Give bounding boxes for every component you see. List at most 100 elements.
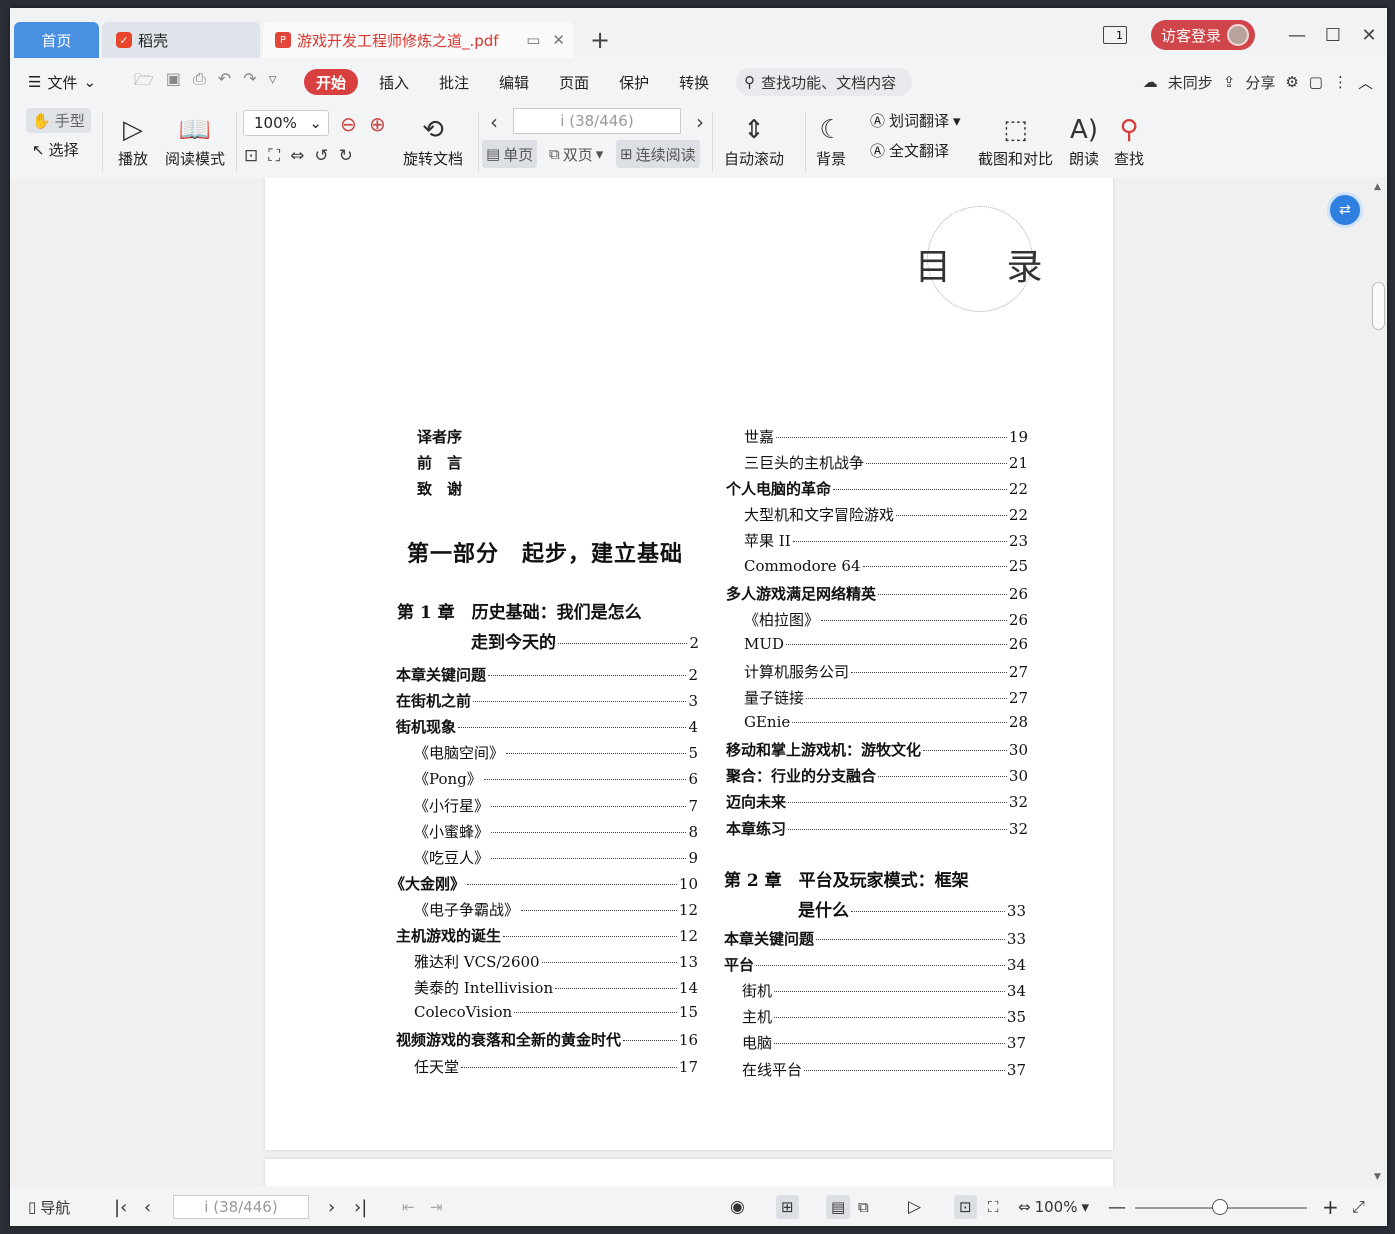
eye-protection-icon[interactable]: ◉ [730,1197,745,1217]
hand-tool-button[interactable]: ✋ 手型 [26,108,91,133]
function-search-input[interactable]: ⚲ 查找功能、文档内容 [736,68,913,96]
toc-front-translator[interactable]: 译者序 [417,426,462,447]
collapse-icon[interactable]: ︿ [1358,72,1373,93]
read-aloud-button[interactable]: A) 朗读 [1069,112,1099,169]
next-page-icon[interactable]: › [328,1197,335,1218]
toc-entry[interactable]: 世嘉 19 [744,426,1028,447]
chapter2-title[interactable]: 第 2 章 平台及玩家模式：框架 [724,866,969,891]
toc-entry[interactable]: Commodore 64 25 [744,557,1028,575]
toc-entry[interactable]: 计算机服务公司 27 [744,661,1028,682]
find-button[interactable]: ⚲ 查找 [1114,112,1144,169]
toc-entry[interactable]: 雅达利 VCS/2600 13 [414,951,698,972]
floating-tool-icon[interactable]: ⇄ [1327,192,1363,228]
rotate-document-button[interactable]: ⟲ 旋转文档 [403,112,463,169]
zoom-in-icon[interactable]: ⊕ [369,112,386,136]
toc-entry[interactable]: 《电脑空间》 5 [414,742,698,763]
close-window-icon[interactable]: ✕ [1351,25,1387,46]
redo-icon[interactable]: ↷ [243,69,256,96]
toc-entry[interactable]: 聚合：行业的分支融合 30 [726,765,1028,786]
toc-entry[interactable]: 本章关键问题 2 [396,664,698,685]
document-viewport[interactable]: 目 录 译者序 前 言 致 谢 第一部分 起步，建立基础 第 1 章 历史基础：… [10,178,1387,1186]
rotate-right-icon[interactable]: ↻ [339,146,353,166]
chapter1-title-cont[interactable]: 走到今天的 2 [471,628,699,653]
save-icon[interactable]: ▣ [166,69,181,96]
login-button[interactable]: 访客登录 [1150,20,1255,50]
chapter2-title-cont[interactable]: 是什么 33 [798,896,1026,921]
open-folder-icon[interactable]: 🗁 [134,69,154,96]
toc-entry[interactable]: 本章关键问题 33 [724,928,1026,949]
toc-entry[interactable]: 苹果 II 23 [744,530,1028,551]
first-page-icon[interactable]: |‹ [114,1197,127,1218]
status-page-input[interactable]: i (38/446) [173,1195,309,1219]
zoom-in-button[interactable]: + [1322,1195,1339,1219]
toc-entry[interactable]: 街机现象 4 [396,716,698,737]
toc-entry[interactable]: 平台 34 [724,954,1026,975]
vertical-scrollbar[interactable]: ▲ ▼ [1370,178,1387,1186]
minimize-icon[interactable]: — [1279,25,1315,46]
fit-width-icon[interactable]: ⇔ [290,146,304,166]
single-view-icon[interactable]: ▤ [826,1195,851,1219]
toc-front-thanks[interactable]: 致 谢 [417,478,462,499]
screenshot-compare-button[interactable]: ⬚ 截图和对比 [978,112,1053,169]
menu-start[interactable]: 开始 [304,69,359,95]
tab-document[interactable]: P 游戏开发工程师修炼之道_.pdf ▭ ✕ [263,22,573,58]
toc-entry[interactable]: 在线平台 37 [742,1059,1026,1080]
menu-page[interactable]: 页面 [544,72,604,93]
toc-entry[interactable]: 大型机和文字冒险游戏 22 [744,504,1028,525]
menu-convert[interactable]: 转换 [664,72,724,93]
new-tab-button[interactable]: + [590,28,610,52]
toc-entry[interactable]: 主机 35 [742,1006,1026,1027]
toc-entry[interactable]: 《柏拉图》 26 [744,609,1028,630]
toc-entry[interactable]: MUD 26 [744,635,1028,653]
select-tool-button[interactable]: ↖ 选择 [32,139,79,160]
maximize-icon[interactable]: ☐ [1315,25,1351,46]
toc-entry[interactable]: 美泰的 Intellivision 14 [414,977,698,998]
scroll-down-icon[interactable]: ▼ [1374,1172,1381,1182]
prev-page-icon[interactable]: ‹ [490,110,498,134]
tab-daoke[interactable]: ✓ 稻壳 [102,22,260,58]
rotate-left-icon[interactable]: ↺ [314,146,328,166]
zoom-out-icon[interactable]: ⊖ [340,112,357,136]
play-button[interactable]: ▷ 播放 [118,112,148,169]
close-tab-icon[interactable]: ✕ [552,31,565,49]
settings-icon[interactable]: ⚙ [1285,73,1298,91]
prev-page-icon[interactable]: ‹ [144,1197,151,1218]
print-icon[interactable]: ⎙ [193,69,206,96]
menu-annotate[interactable]: 批注 [424,72,484,93]
more-icon[interactable]: ⋮ [1333,73,1348,91]
toc-entry[interactable]: 街机 34 [742,980,1026,1001]
toc-entry[interactable]: 本章练习 32 [726,818,1028,839]
zoom-slider-knob[interactable] [1212,1199,1228,1215]
toc-entry[interactable]: 主机游戏的诞生 12 [396,925,698,946]
scroll-thumb[interactable] [1372,282,1385,330]
page-layout-icon[interactable]: 1 [1102,26,1127,44]
next-page-icon[interactable]: › [696,110,704,134]
auto-scroll-button[interactable]: ⇕ 自动滚动 [724,112,784,169]
toc-entry[interactable]: GEnie 28 [744,713,1028,731]
toc-entry[interactable]: 在街机之前 3 [396,690,698,711]
fullscreen-icon[interactable]: ⤢ [1352,1197,1365,1217]
menu-protect[interactable]: 保护 [604,72,664,93]
word-translate-button[interactable]: Ⓐ 划词翻译 ▾ [870,110,961,131]
double-page-button[interactable]: ⧉ 双页 ▾ [545,140,607,168]
toc-entry[interactable]: 量子链接 27 [744,687,1028,708]
toc-entry[interactable]: 移动和掌上游戏机：游牧文化 30 [726,739,1028,760]
toc-entry[interactable]: 《吃豆人》 9 [414,847,698,868]
toc-entry[interactable]: 多人游戏满足网络精英 26 [726,583,1028,604]
back-icon[interactable]: ⇤ [402,1198,415,1216]
menu-insert[interactable]: 插入 [364,72,424,93]
pin-icon[interactable]: ▭ [526,31,540,49]
double-view-icon[interactable]: ⧉ [858,1198,869,1216]
continuous-view-icon[interactable]: ⊞ [776,1195,799,1219]
share-button[interactable]: 分享 [1245,72,1275,93]
toc-entry[interactable]: 迈向未来 32 [726,791,1028,812]
tab-home[interactable]: 首页 [14,22,99,58]
menu-edit[interactable]: 编辑 [484,72,544,93]
toc-entry[interactable]: 《大金刚》 10 [390,873,698,894]
comment-icon[interactable]: ▢ [1309,73,1323,91]
fit-page-icon[interactable]: ⛶ [268,146,280,166]
toc-entry[interactable]: 电脑 37 [742,1032,1026,1053]
scroll-up-icon[interactable]: ▲ [1374,182,1381,192]
continuous-read-button[interactable]: ⊞ 连续阅读 [616,140,700,168]
toc-entry[interactable]: 三巨头的主机战争 21 [744,452,1028,473]
